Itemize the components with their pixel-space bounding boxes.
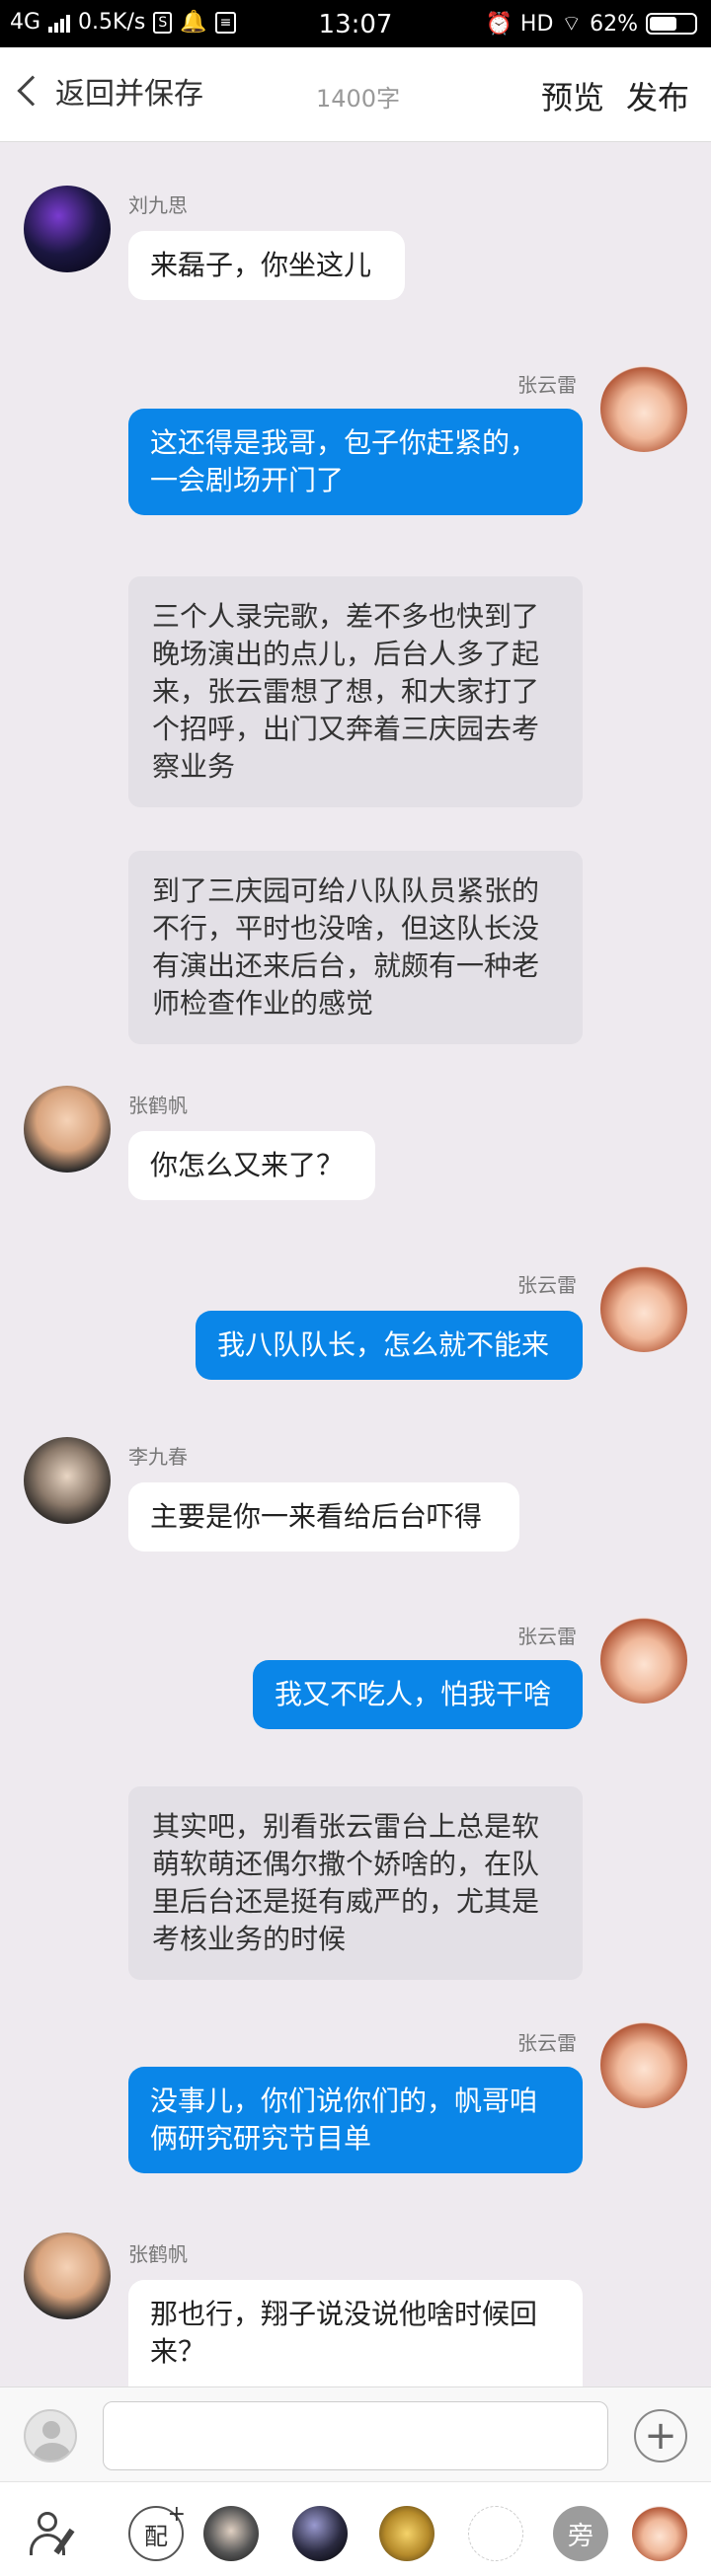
role-dubbing-button[interactable]: 配 + xyxy=(128,2502,186,2561)
sender-name: 刘九思 xyxy=(128,193,188,217)
chat-bubble-right[interactable]: 这还得是我哥，包子你赶紧的， 一会剧场开门了 xyxy=(128,409,583,515)
message-input[interactable] xyxy=(103,2401,608,2470)
chat-bubble-right[interactable]: 我又不吃人，怕我干啥 xyxy=(253,1660,583,1729)
chat-bubble-left[interactable]: 来磊子，你坐这儿 xyxy=(128,231,405,300)
plus-icon: + xyxy=(167,2502,186,2527)
chevron-left-icon xyxy=(17,75,48,107)
input-bar: + xyxy=(0,2387,711,2481)
narration-block[interactable]: 三个人录完歌，差不多也快到了 晚场演出的点儿，后台人多了起 来，张云雷想了想，和… xyxy=(128,576,583,807)
avatar-lijiuchun[interactable] xyxy=(24,1437,111,1524)
chat-bubble-right[interactable]: 没事儿，你们说你们的，帆哥咱 俩研究研究节目单 xyxy=(128,2067,583,2173)
avatar-zhangyunlei[interactable] xyxy=(600,1617,687,1704)
wifi-icon: ⌔ xyxy=(561,12,583,37)
chat-bubble-right[interactable]: 我八队队长，怎么就不能来 xyxy=(196,1311,583,1380)
sender-name: 张鹤帆 xyxy=(128,1094,188,1117)
add-button[interactable]: + xyxy=(634,2409,687,2462)
sender-name: 张云雷 xyxy=(517,373,577,397)
sender-name: 张云雷 xyxy=(517,1273,577,1297)
avatar-zhangyunlei[interactable] xyxy=(600,365,687,452)
hd-label: HD xyxy=(519,11,554,37)
narration-block[interactable]: 到了三庆园可给八队队员紧张的 不行，平时也没啥，但这队长没 有演出还来后台，就颇… xyxy=(128,851,583,1044)
back-save-button[interactable]: 返回并保存 xyxy=(14,69,203,113)
sender-name: 张云雷 xyxy=(517,2031,577,2055)
sender-name: 张鹤帆 xyxy=(128,2242,188,2266)
edit-roles-icon[interactable] xyxy=(28,2506,83,2561)
role-avatar-badge[interactable] xyxy=(379,2506,434,2561)
role-avatar-zhangyunlei[interactable] xyxy=(632,2506,687,2561)
user-avatar-icon[interactable] xyxy=(24,2409,77,2462)
battery-fill xyxy=(650,17,677,31)
chat-bubble-left[interactable]: 那也行，翔子说没说他啥时候回 来？ xyxy=(128,2280,583,2387)
role-narrator-button[interactable]: 旁 xyxy=(553,2506,608,2561)
sender-name: 张云雷 xyxy=(517,1625,577,1648)
avatar-zhangyunlei[interactable] xyxy=(600,2021,687,2108)
role-dubbing-label: 配 xyxy=(144,2522,168,2550)
back-save-label: 返回并保存 xyxy=(55,77,203,112)
preview-button[interactable]: 预览 xyxy=(541,73,604,118)
role-bar: 配 + 旁 xyxy=(0,2481,711,2576)
status-bar: 4G 0.5K/s S 🔔 ≡ 13:07 ⏰ HD ⌔ 62% xyxy=(0,0,711,47)
role-avatar-liujiusi[interactable] xyxy=(292,2506,348,2561)
chat-bubble-left[interactable]: 你怎么又来了？ xyxy=(128,1131,375,1200)
top-nav: 返回并保存 1400字 预览 发布 xyxy=(0,47,711,142)
avatar-liujiusi[interactable] xyxy=(24,186,111,272)
avatar-zhanghefan[interactable] xyxy=(24,1086,111,1173)
status-right: ⏰ HD ⌔ 62% xyxy=(486,10,697,38)
narration-block[interactable]: 其实吧，别看张云雷台上总是软 萌软萌还偶尔撒个娇啥的，在队 里后台还是挺有威严的… xyxy=(128,1786,583,1980)
role-avatar-sketch[interactable] xyxy=(468,2506,523,2561)
alarm-icon: ⏰ xyxy=(485,11,513,37)
avatar-zhangyunlei[interactable] xyxy=(600,1265,687,1352)
avatar-zhanghefan[interactable] xyxy=(24,2233,111,2319)
word-count: 1400字 xyxy=(316,85,401,113)
role-narrator-label: 旁 xyxy=(567,2521,593,2551)
publish-button[interactable]: 发布 xyxy=(626,73,689,118)
battery-percent: 62% xyxy=(590,11,638,37)
role-avatar-lijiuchun[interactable] xyxy=(203,2506,259,2561)
sender-name: 李九春 xyxy=(128,1445,188,1469)
battery-icon xyxy=(646,13,697,35)
chat-bubble-left[interactable]: 主要是你一来看给后台吓得 xyxy=(128,1482,519,1552)
